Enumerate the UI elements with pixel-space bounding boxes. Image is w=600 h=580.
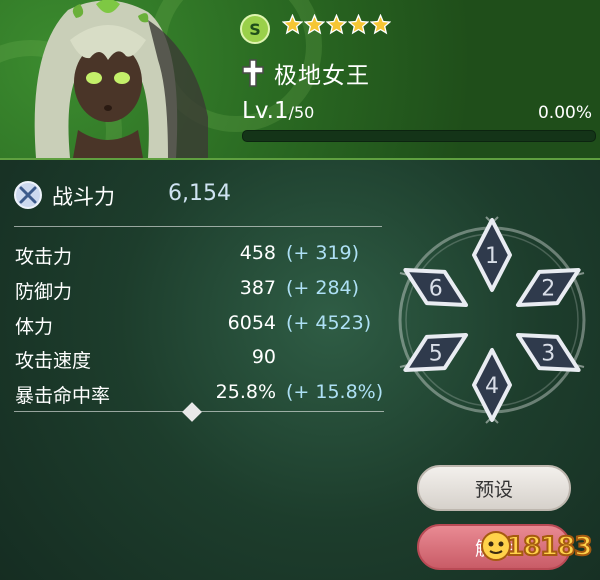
character-title-row: 极地女王	[240, 56, 370, 90]
site-watermark-logo: 18183	[472, 522, 593, 574]
star-slot-number: 5	[429, 342, 443, 367]
character-header: S 极地女王 Lv.1/50 0.00%	[0, 0, 600, 160]
level-value: Lv.1	[242, 98, 289, 124]
stat-label-defense: 防御力	[15, 281, 73, 303]
star-slot-number: 6	[429, 277, 443, 302]
exp-percent: 0.00%	[537, 103, 592, 123]
level-label: Lv.1/50	[242, 98, 314, 124]
star-slot-number: 2	[541, 277, 555, 302]
scroll-handle[interactable]	[182, 402, 202, 422]
stat-label-hp: 体力	[15, 316, 54, 338]
star-icon	[326, 14, 347, 35]
preset-button[interactable]: 预设	[417, 465, 571, 511]
divider	[14, 226, 382, 227]
stat-value-hp: 6054	[227, 312, 276, 334]
stat-bonus-crit-rate: (+ 15.8%)	[286, 381, 384, 403]
character-portrait	[34, 0, 208, 158]
leaf-element-icon: S	[240, 14, 270, 44]
character-name: 极地女王	[274, 63, 370, 89]
power-value: 6,154	[168, 181, 231, 206]
star-icon	[304, 14, 325, 35]
stat-bonus-hp: (+ 4523)	[286, 312, 372, 334]
stat-value-crit-rate: 25.8%	[215, 381, 276, 403]
stat-value-attack: 458	[239, 242, 276, 264]
stat-label-attack: 攻击力	[15, 246, 73, 268]
star-icon	[370, 14, 391, 35]
stat-label-attack-speed: 攻击速度	[15, 350, 92, 372]
star-icon	[348, 14, 369, 35]
stat-bonus-attack: (+ 319)	[286, 242, 360, 264]
star-slot-number: 3	[541, 342, 555, 367]
stat-value-attack-speed: 90	[251, 346, 276, 368]
exp-progress-bar	[242, 130, 596, 142]
crossed-swords-icon	[14, 181, 42, 209]
watermark-text: 18183	[505, 531, 593, 563]
star-icon	[282, 14, 303, 35]
stat-bonus-defense: (+ 284)	[286, 277, 360, 299]
hexagram-slot-board: 1 2 3 4 5 6	[398, 216, 586, 424]
stat-value-defense: 387	[239, 277, 276, 299]
power-label: 战斗力	[52, 185, 115, 209]
stat-label-crit-rate: 暴击命中率	[15, 385, 111, 407]
cross-icon	[242, 59, 264, 87]
star-slot-number: 4	[485, 374, 499, 399]
star-slot-number: 1	[485, 244, 499, 269]
rarity-stars	[282, 14, 391, 35]
level-max: /50	[288, 103, 315, 122]
